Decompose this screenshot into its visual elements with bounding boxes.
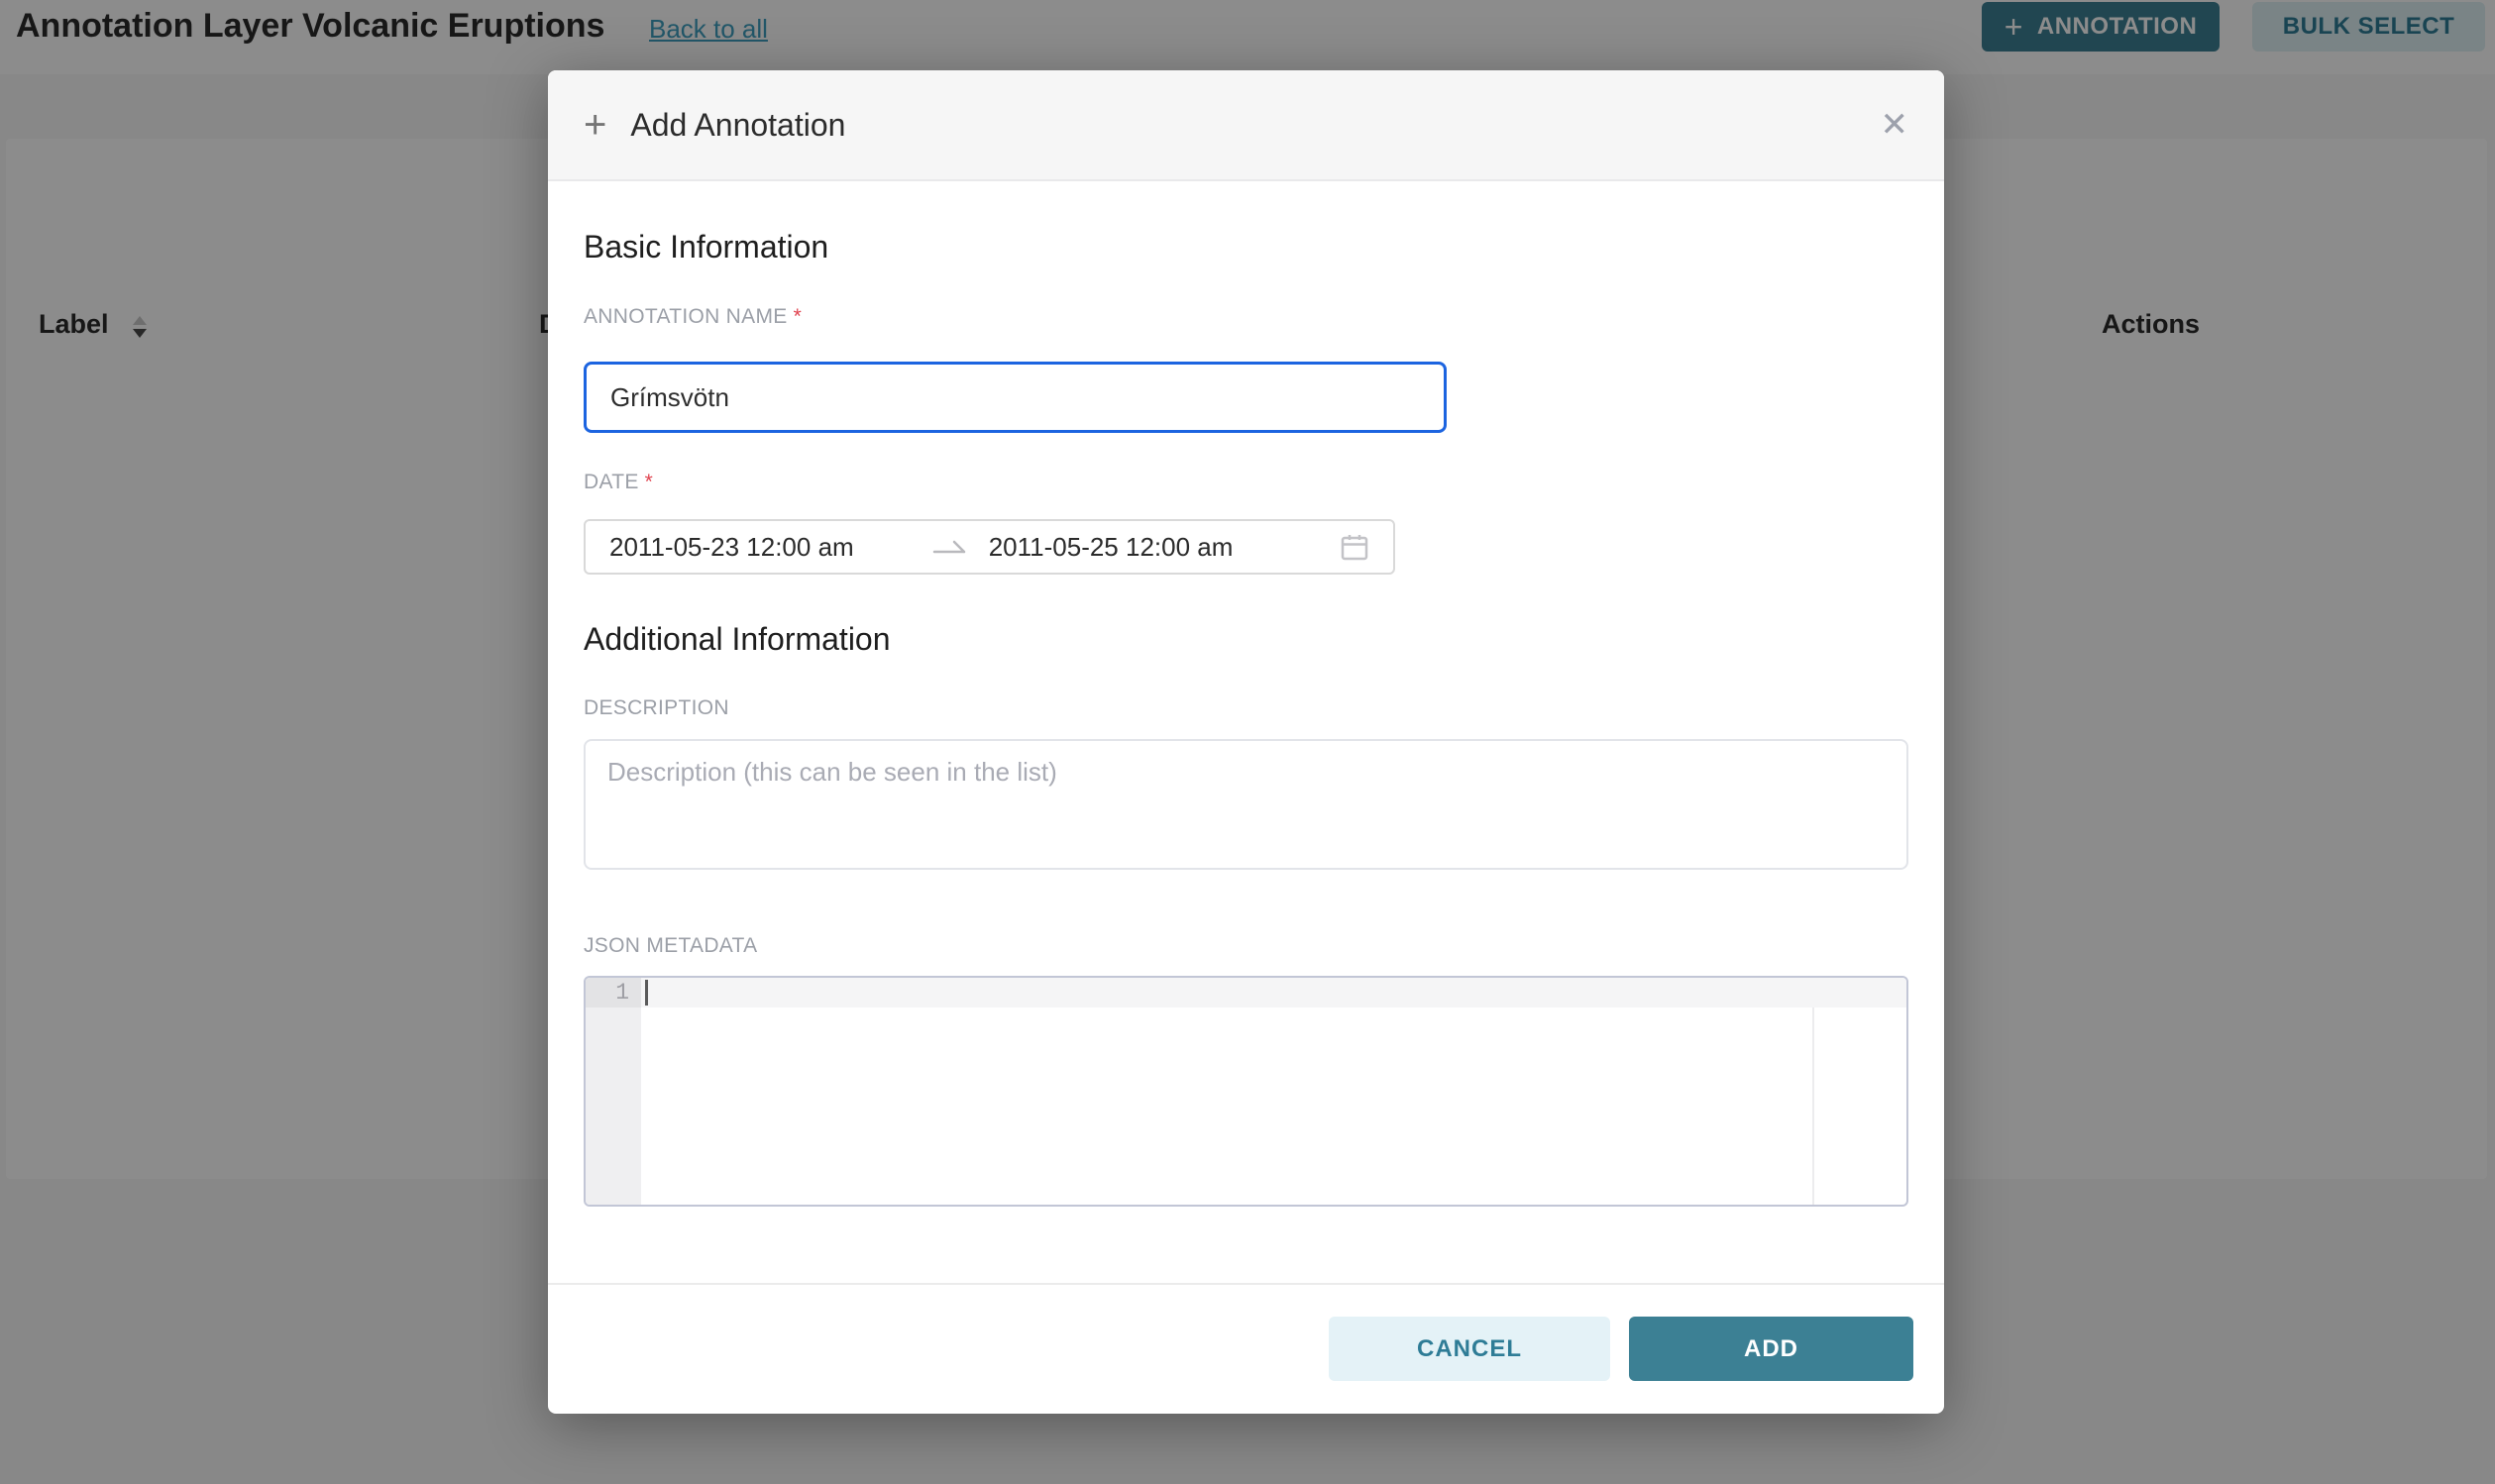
date-end-value[interactable]: 2011-05-25 12:00 am — [989, 532, 1234, 563]
modal-header: + Add Annotation ✕ — [548, 70, 1944, 181]
editor-cursor — [645, 980, 648, 1006]
add-button[interactable]: ADD — [1629, 1317, 1913, 1381]
editor-gutter — [586, 978, 641, 1205]
editor-print-margin — [1812, 1007, 1814, 1205]
required-mark: * — [794, 305, 802, 328]
required-mark: * — [645, 471, 653, 493]
section-additional-information: Additional Information — [584, 621, 891, 658]
close-icon[interactable]: ✕ — [1881, 108, 1909, 142]
swap-right-arrow-icon — [931, 533, 969, 561]
section-basic-information: Basic Information — [584, 229, 828, 265]
annotation-name-input[interactable] — [584, 362, 1447, 433]
json-metadata-editor[interactable]: 1 — [584, 976, 1908, 1207]
editor-active-line — [641, 978, 1906, 1007]
footer-divider — [548, 1283, 1944, 1285]
description-label: DESCRIPTION — [584, 696, 729, 720]
date-label: DATE* — [584, 471, 653, 494]
date-start-value[interactable]: 2011-05-23 12:00 am — [609, 532, 854, 563]
json-metadata-label: JSON METADATA — [584, 934, 757, 958]
annotation-name-label: ANNOTATION NAME* — [584, 305, 802, 329]
add-annotation-modal: + Add Annotation ✕ Basic Information ANN… — [548, 70, 1944, 1414]
date-range-picker[interactable]: 2011-05-23 12:00 am 2011-05-25 12:00 am — [584, 519, 1395, 575]
plus-icon: + — [584, 105, 606, 145]
calendar-icon — [1340, 532, 1369, 562]
app-root: Annotation Layer Volcanic Eruptions Back… — [0, 0, 2495, 1484]
editor-line-number: 1 — [586, 978, 641, 1007]
description-textarea[interactable] — [584, 739, 1908, 870]
cancel-button[interactable]: CANCEL — [1329, 1317, 1610, 1381]
modal-title: Add Annotation — [630, 107, 845, 144]
